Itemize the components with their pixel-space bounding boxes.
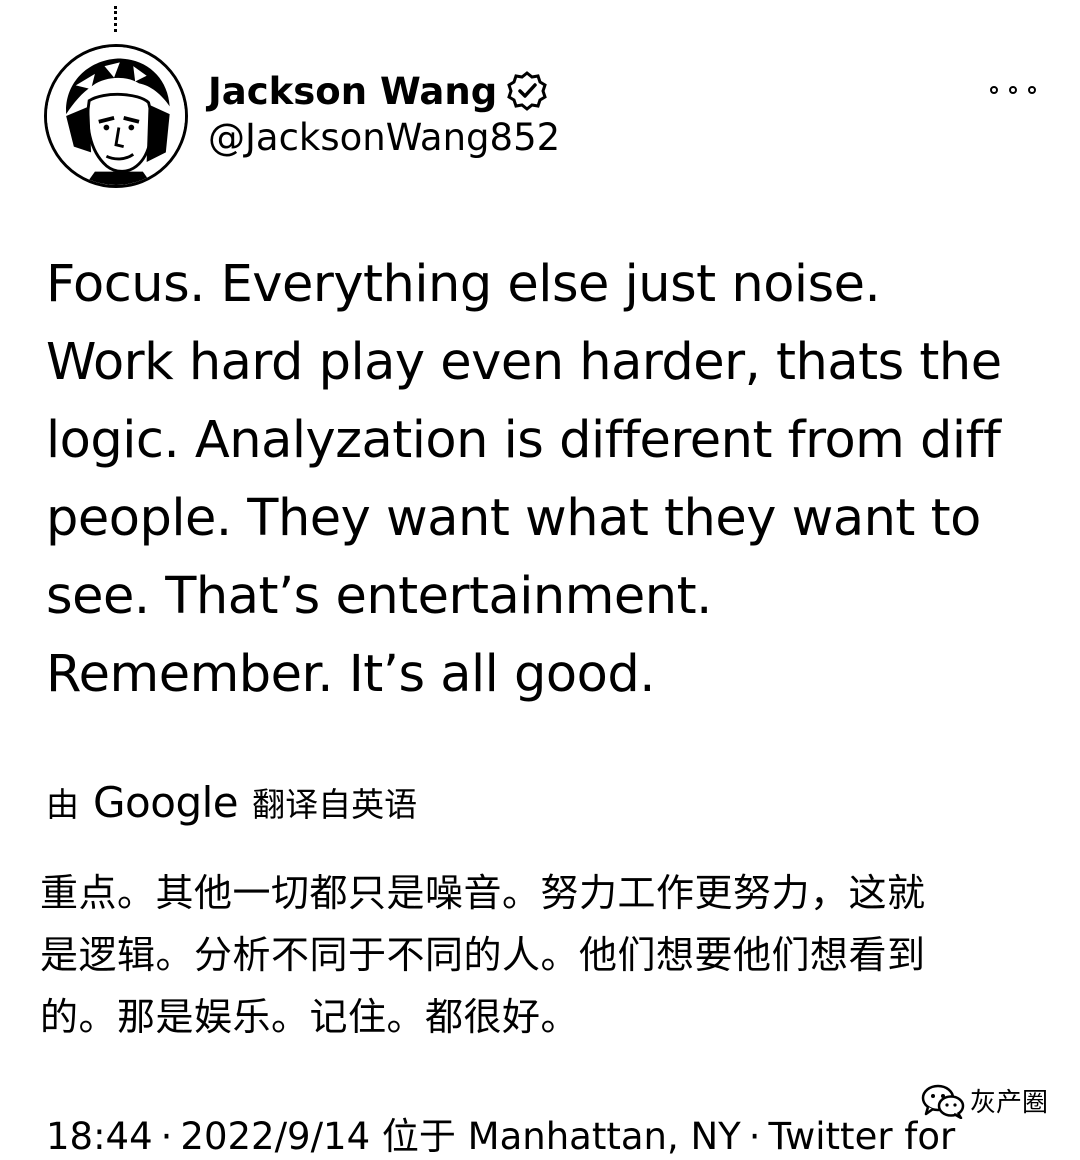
verified-badge-icon [507,71,548,111]
author-name-row[interactable]: Jackson Wang [208,66,548,116]
author-handle[interactable]: @JacksonWang852 [208,116,560,159]
translated-text: 重点。其他一切都只是噪音。努力工作更努力，这就 是逻辑。分析不同于不同的人。他们… [40,862,1030,1048]
translation-prefix: 由 [46,785,79,824]
translated-line: 的。那是娱乐。记住。都很好。 [40,995,580,1039]
avatar-image [47,47,185,185]
author-display-name[interactable]: Jackson Wang [208,70,497,113]
more-dot [990,86,998,94]
wechat-icon [920,1083,966,1119]
meta-separator: · [160,1115,173,1158]
translated-line: 是逻辑。分析不同于不同的人。他们想要他们想看到 [40,933,926,977]
translation-attribution[interactable]: 由 Google 翻译自英语 [46,776,417,828]
translated-line: 重点。其他一切都只是噪音。努力工作更努力，这就 [40,871,926,915]
more-options-icon[interactable] [990,78,1036,102]
meta-separator: · [748,1115,761,1158]
tweet-location[interactable]: 位于 Manhattan, NY [382,1115,741,1158]
more-dot [1009,86,1017,94]
watermark: 灰产圈 [920,1082,1049,1119]
more-dot [1028,86,1036,94]
watermark-text: 灰产圈 [970,1082,1049,1119]
tweet-card: Jackson Wang @JacksonWang852 Focus. Ever… [0,0,1080,1158]
google-logo: Google [93,777,239,827]
tweet-source[interactable]: Twitter for [769,1115,956,1158]
top-edge-mark [114,6,120,32]
tweet-time[interactable]: 18:44 [46,1115,153,1158]
tweet-text: Focus. Everything else just noise. Work … [46,255,1002,704]
translation-suffix: 翻译自英语 [252,785,418,824]
tweet-date[interactable]: 2022/9/14 [180,1115,370,1158]
avatar[interactable] [44,44,188,188]
tweet-meta: 18:44 · 2022/9/14 位于 Manhattan, NY · Twitter… [46,1106,955,1160]
